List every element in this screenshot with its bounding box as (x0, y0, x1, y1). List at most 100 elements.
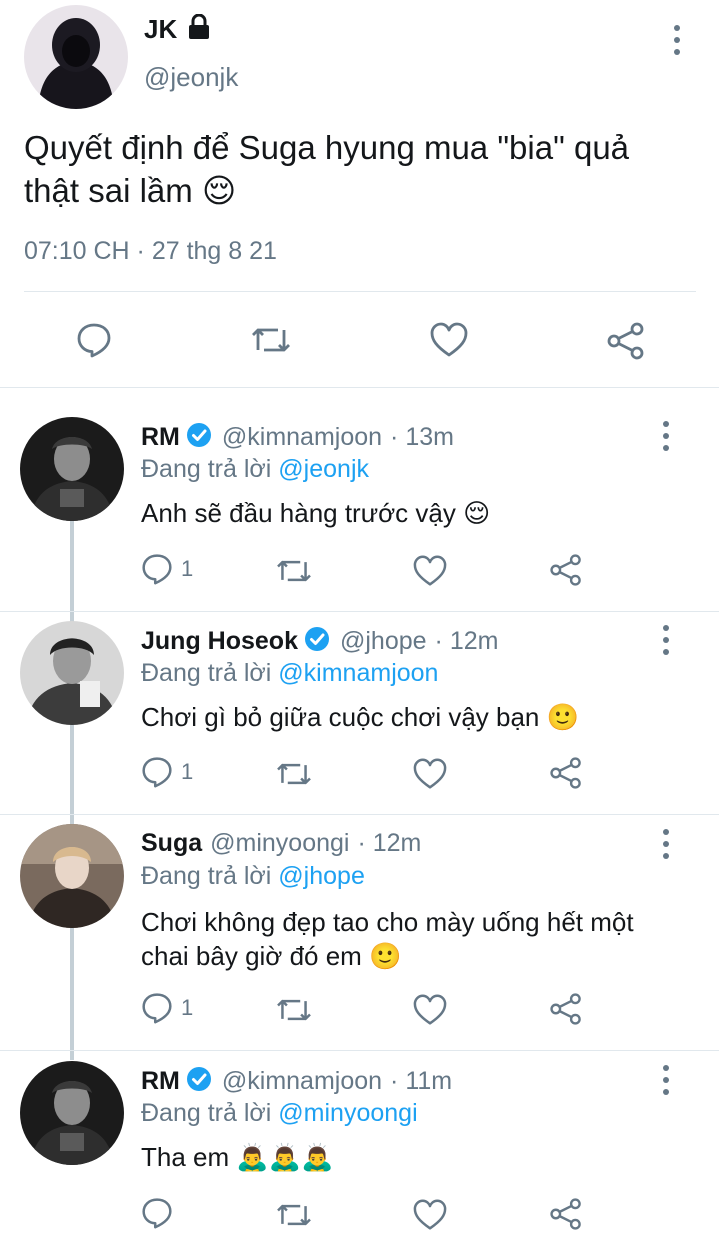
more-options-icon[interactable] (661, 421, 671, 451)
retweet-icon (275, 555, 313, 587)
replying-to-link[interactable]: @kimnamjoon (278, 659, 438, 687)
reply-icon (76, 322, 112, 358)
retweet-button[interactable] (275, 1199, 313, 1231)
like-button[interactable] (413, 994, 447, 1026)
share-icon (549, 553, 583, 587)
share-button[interactable] (606, 322, 646, 360)
retweet-button[interactable] (275, 758, 313, 790)
like-button[interactable] (413, 758, 447, 790)
retweet-icon (275, 758, 313, 790)
heart-icon (413, 555, 447, 587)
more-options-icon[interactable] (661, 1065, 671, 1095)
more-options-icon[interactable] (661, 625, 671, 655)
divider (0, 611, 719, 612)
reply-time: · 11m (390, 1067, 453, 1095)
reply-text: Chơi gì bỏ giữa cuộc chơi vậy bạn 🙂 (141, 702, 579, 732)
reply-handle[interactable]: @minyoongi (210, 829, 349, 858)
replying-to: Đang trả lời @jhope (141, 862, 365, 891)
reply-icon (141, 992, 173, 1024)
share-button[interactable] (549, 1197, 583, 1231)
reply-header: RM @kimnamjoon · 11m (141, 1066, 452, 1097)
share-icon (606, 322, 646, 360)
replying-prefix: Đang trả lời (141, 862, 272, 890)
reply-time: · 12m (434, 627, 499, 655)
reply-button[interactable]: 1 (141, 992, 193, 1024)
replying-to-link[interactable]: @jhope (278, 862, 365, 890)
reply-avatar[interactable] (20, 417, 124, 521)
reply-text-line: Chơi không đẹp tao cho mày uống hết một (141, 907, 634, 937)
verified-badge-icon (186, 422, 212, 453)
reply-header: Suga @minyoongi · 12m (141, 829, 421, 858)
reply-avatar[interactable] (20, 1061, 124, 1165)
share-button[interactable] (549, 992, 583, 1026)
more-options-icon[interactable] (661, 829, 671, 859)
reply-handle[interactable]: @kimnamjoon (222, 1067, 382, 1096)
reply-count: 1 (181, 995, 194, 1020)
author-name: JK (144, 14, 178, 44)
reply-header: RM @kimnamjoon · 13m (141, 422, 454, 453)
divider (0, 387, 719, 388)
reply-text: Tha em 🙇‍♂️🙇‍♂️🙇‍♂️ (141, 1142, 334, 1172)
reply-author-name[interactable]: RM (141, 423, 180, 452)
thread-line (70, 520, 74, 1060)
reply-text: Anh sẽ đầu hàng trước vậy 😌 (141, 498, 491, 528)
reply-time: · 12m (357, 829, 422, 857)
like-button[interactable] (430, 322, 468, 358)
verified-badge-icon (304, 626, 330, 657)
reply-text-line: chai bây giờ đó em 🙂 (141, 941, 402, 971)
reply-time: · 13m (390, 423, 454, 451)
retweet-button[interactable] (275, 994, 313, 1026)
reply-button[interactable] (76, 322, 112, 358)
author-name-row: JK (144, 13, 211, 45)
more-options-icon[interactable] (672, 25, 682, 55)
reply-button[interactable]: 1 (141, 553, 193, 585)
reply-handle[interactable]: @kimnamjoon (222, 423, 382, 452)
replying-prefix: Đang trả lời (141, 659, 272, 687)
reply-icon (141, 553, 173, 585)
share-button[interactable] (549, 553, 583, 587)
share-icon (549, 756, 583, 790)
retweet-icon (250, 322, 292, 358)
replying-to-link[interactable]: @minyoongi (278, 1099, 417, 1127)
reply-avatar[interactable] (20, 824, 124, 928)
replying-prefix: Đang trả lời (141, 455, 272, 483)
author-handle[interactable]: @jeonjk (144, 62, 238, 93)
retweet-icon (275, 994, 313, 1026)
divider (0, 1050, 719, 1051)
heart-icon (430, 322, 468, 358)
reply-text: Chơi không đẹp tao cho mày uống hết một … (141, 905, 634, 973)
reply-author-name[interactable]: RM (141, 1067, 180, 1096)
heart-icon (413, 1199, 447, 1231)
replying-to: Đang trả lời @minyoongi (141, 1099, 418, 1128)
replying-prefix: Đang trả lời (141, 1099, 272, 1127)
reply-author-name[interactable]: Jung Hoseok (141, 627, 298, 656)
reply-author-name[interactable]: Suga (141, 829, 202, 858)
reply-count: 1 (181, 759, 194, 784)
reply-handle[interactable]: @jhope (340, 627, 427, 656)
lock-icon (187, 13, 211, 45)
author-avatar[interactable] (24, 5, 128, 109)
reply-button[interactable] (141, 1197, 173, 1229)
reply-icon (141, 1197, 173, 1229)
divider (0, 814, 719, 815)
retweet-button[interactable] (275, 555, 313, 587)
replying-to: Đang trả lời @kimnamjoon (141, 659, 438, 688)
reply-header: Jung Hoseok @jhope · 12m (141, 626, 498, 657)
reply-icon (141, 756, 173, 788)
share-button[interactable] (549, 756, 583, 790)
retweet-button[interactable] (250, 322, 292, 358)
heart-icon (413, 758, 447, 790)
share-icon (549, 1197, 583, 1231)
reply-avatar[interactable] (20, 621, 124, 725)
heart-icon (413, 994, 447, 1026)
reply-button[interactable]: 1 (141, 756, 193, 788)
retweet-icon (275, 1199, 313, 1231)
share-icon (549, 992, 583, 1026)
replying-to: Đang trả lời @jeonjk (141, 455, 369, 484)
tweet-timestamp[interactable]: 07:10 CH · 27 thg 8 21 (24, 237, 277, 266)
tweet-text: Quyết định để Suga hyung mua "bia" quả t… (24, 129, 630, 209)
like-button[interactable] (413, 555, 447, 587)
reply-count: 1 (181, 556, 194, 581)
like-button[interactable] (413, 1199, 447, 1231)
replying-to-link[interactable]: @jeonjk (278, 455, 369, 483)
